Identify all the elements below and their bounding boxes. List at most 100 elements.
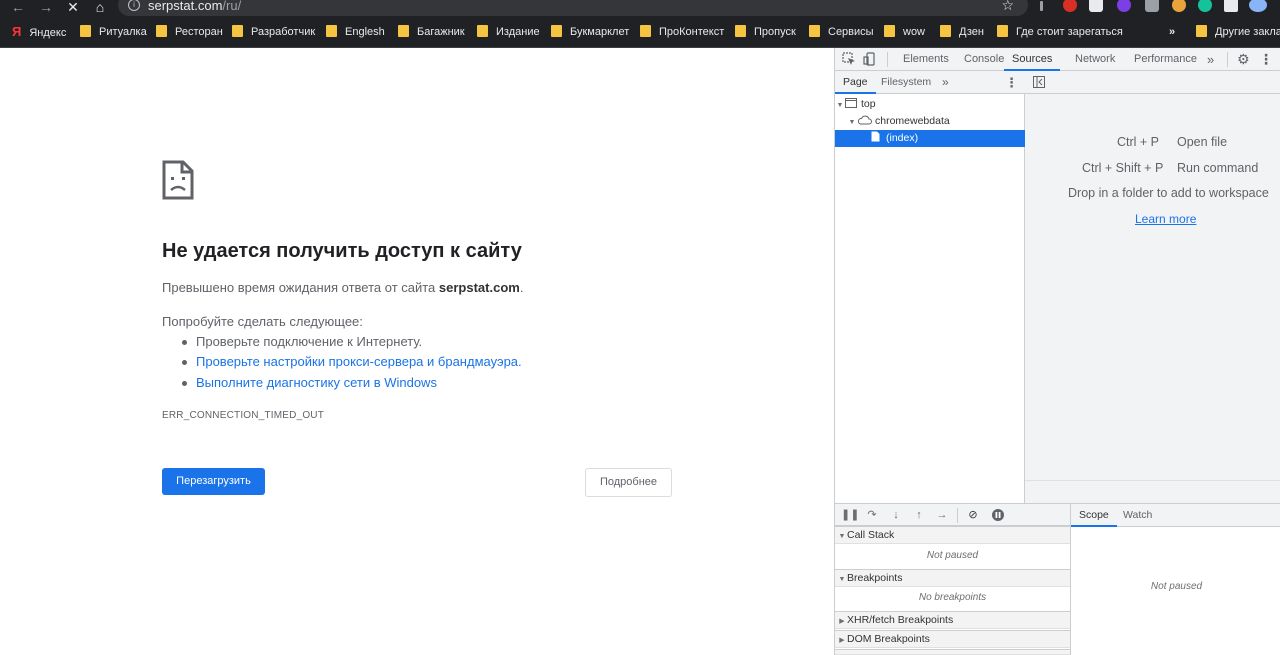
step-into-icon[interactable]: ↓ [889, 508, 903, 522]
folder-icon [232, 25, 243, 37]
step-out-icon[interactable]: ↑ [912, 508, 926, 522]
next-section-header[interactable] [835, 649, 1070, 655]
bookmark-star-icon[interactable]: ☆ [1001, 0, 1014, 14]
debugger-toolbar: ❚❚ ↷ ↓ ↑ → ⊘ [835, 503, 1070, 526]
bullet-icon [182, 381, 187, 386]
bookmark-folder[interactable]: Букмарклет [551, 25, 629, 39]
more-tabs-icon[interactable]: » [1207, 48, 1214, 71]
shortcut-action: Run command [1177, 161, 1259, 175]
stop-loading-icon[interactable]: ✕ [63, 0, 83, 16]
bookmarks-overflow-icon[interactable]: » [1169, 25, 1175, 39]
tab-watch[interactable]: Watch [1123, 504, 1152, 527]
page-title: Не удается получить доступ к сайту [162, 240, 522, 262]
tree-item-top[interactable]: ▼ top [835, 96, 1025, 113]
bookmark-yandex[interactable]: Я Яндекс [12, 24, 66, 40]
grammarly-extension-icon[interactable] [1198, 0, 1212, 12]
editor-status-bar [1025, 480, 1280, 503]
navigator-menu-icon[interactable]: ⋮ [1005, 71, 1018, 94]
url-path: /ru/ [222, 0, 242, 13]
folder-icon [551, 25, 562, 37]
purple-extension-icon[interactable] [1117, 0, 1131, 12]
step-icon[interactable]: → [935, 508, 949, 522]
tree-item-chromewebdata[interactable]: ▼ chromewebdata [835, 113, 1025, 130]
details-button[interactable]: Подробнее [585, 468, 672, 497]
bookmark-folder[interactable]: Englesh [326, 25, 385, 39]
bookmark-folder[interactable]: Где стоит зарегаться [997, 25, 1123, 39]
bookmark-folder[interactable]: ПроКонтекст [640, 25, 724, 39]
more-navigator-tabs-icon[interactable]: » [942, 71, 949, 94]
tab-performance[interactable]: Performance [1134, 48, 1197, 71]
cookie-extension-icon[interactable] [1172, 0, 1186, 12]
tab-sources[interactable]: Sources [1004, 48, 1061, 71]
tree-item-index[interactable]: (index) [835, 130, 1025, 147]
expanded-triangle-icon: ▼ [838, 533, 846, 540]
other-bookmarks-folder[interactable]: Другие заклад [1196, 25, 1280, 39]
suggestion-link-diagnostics[interactable]: Выполните диагностику сети в Windows [182, 375, 437, 390]
dom-breakpoints-header[interactable]: ▶ DOM Breakpoints [835, 630, 1070, 648]
toggle-navigator-icon[interactable] [1033, 76, 1045, 88]
collapsed-triangle-icon: ▶ [839, 637, 845, 644]
reload-button[interactable]: Перезагрузить [162, 468, 265, 495]
navigator-tab-bar: Page Filesystem » ⋮ [835, 71, 1025, 94]
call-stack-header[interactable]: ▼ Call Stack [835, 526, 1070, 544]
extensions-puzzle-icon[interactable] [1224, 0, 1238, 12]
bookmark-folder[interactable]: Дзен [940, 25, 984, 39]
location-extension-icon[interactable] [1145, 0, 1159, 12]
learn-more-link[interactable]: Learn more [1135, 212, 1196, 226]
bookmark-folder[interactable]: Пропуск [735, 25, 796, 39]
error-code: ERR_CONNECTION_TIMED_OUT [162, 410, 325, 421]
breakpoints-header[interactable]: ▼ Breakpoints [835, 569, 1070, 587]
address-bar[interactable]: i serpstat.com/ru/ ☆ [118, 0, 1028, 16]
serpstat-extension-icon[interactable] [1063, 0, 1077, 12]
tab-network[interactable]: Network [1075, 48, 1115, 71]
deactivate-breakpoints-icon[interactable]: ⊘ [966, 508, 980, 522]
yandex-icon: Я [12, 24, 22, 39]
bookmark-folder[interactable]: Сервисы [809, 25, 874, 39]
shortcut-keys: Ctrl + P [1117, 135, 1160, 149]
sources-navigator: Page Filesystem » ⋮ ▼ top ▼ chromewebdata … [835, 71, 1025, 503]
extension-info-icon[interactable] [1040, 1, 1043, 11]
expanded-triangle-icon: ▼ [848, 119, 856, 126]
folder-icon [735, 25, 746, 37]
url-host: serpstat.com [148, 0, 223, 13]
settings-gear-icon[interactable]: ⚙ [1237, 48, 1250, 71]
shortcut-keys: Ctrl + Shift + P [1082, 161, 1164, 175]
tab-scope[interactable]: Scope [1071, 504, 1117, 527]
bookmark-folder[interactable]: wow [884, 25, 925, 39]
profile-avatar[interactable] [1249, 0, 1267, 12]
bookmark-folder[interactable]: Багажник [398, 25, 465, 39]
error-page: Не удается получить доступ к сайту Превы… [0, 48, 834, 655]
cloud-icon [857, 115, 872, 125]
bookmark-folder[interactable]: Разработчик [232, 25, 315, 39]
step-over-icon[interactable]: ↷ [865, 508, 879, 522]
pause-on-exceptions-icon[interactable] [991, 508, 1005, 522]
tab-console[interactable]: Console [964, 48, 1004, 71]
suggestion-link-proxy[interactable]: Проверьте настройки прокси-сервера и бра… [182, 354, 522, 369]
expanded-triangle-icon: ▼ [836, 102, 844, 109]
forward-arrow-icon[interactable]: → [36, 0, 56, 16]
suggestion-item: Проверьте подключение к Интернету. [182, 334, 422, 349]
chat-extension-icon[interactable] [1089, 0, 1103, 12]
folder-icon [156, 25, 167, 37]
browser-toolbar: ← → ✕ ⌂ i serpstat.com/ru/ ☆ [0, 0, 1280, 16]
url-text[interactable]: serpstat.com/ru/ [148, 0, 241, 13]
editor-placeholder: Ctrl + P Open file Ctrl + Shift + P Run … [1025, 94, 1280, 503]
back-arrow-icon[interactable]: ← [8, 0, 28, 16]
toolbar-divider [957, 508, 958, 523]
tab-filesystem[interactable]: Filesystem [881, 71, 931, 94]
customize-menu-icon[interactable]: ⋮ [1259, 48, 1273, 71]
device-toolbar-icon[interactable] [863, 52, 877, 66]
bookmark-folder[interactable]: Ритуалка [80, 25, 147, 39]
folder-icon [477, 25, 488, 37]
bookmark-folder[interactable]: Ресторан [156, 25, 223, 39]
tab-elements[interactable]: Elements [903, 48, 949, 71]
tab-page[interactable]: Page [835, 71, 876, 94]
suggestions-heading: Попробуйте сделать следующее: [162, 314, 363, 329]
home-icon[interactable]: ⌂ [90, 0, 110, 16]
bookmark-folder[interactable]: Издание [477, 25, 540, 39]
site-info-icon[interactable]: i [128, 0, 140, 11]
inspect-element-icon[interactable] [842, 52, 856, 66]
xhr-breakpoints-header[interactable]: ▶ XHR/fetch Breakpoints [835, 611, 1070, 629]
file-icon [871, 131, 880, 142]
pause-icon[interactable]: ❚❚ [841, 508, 859, 522]
